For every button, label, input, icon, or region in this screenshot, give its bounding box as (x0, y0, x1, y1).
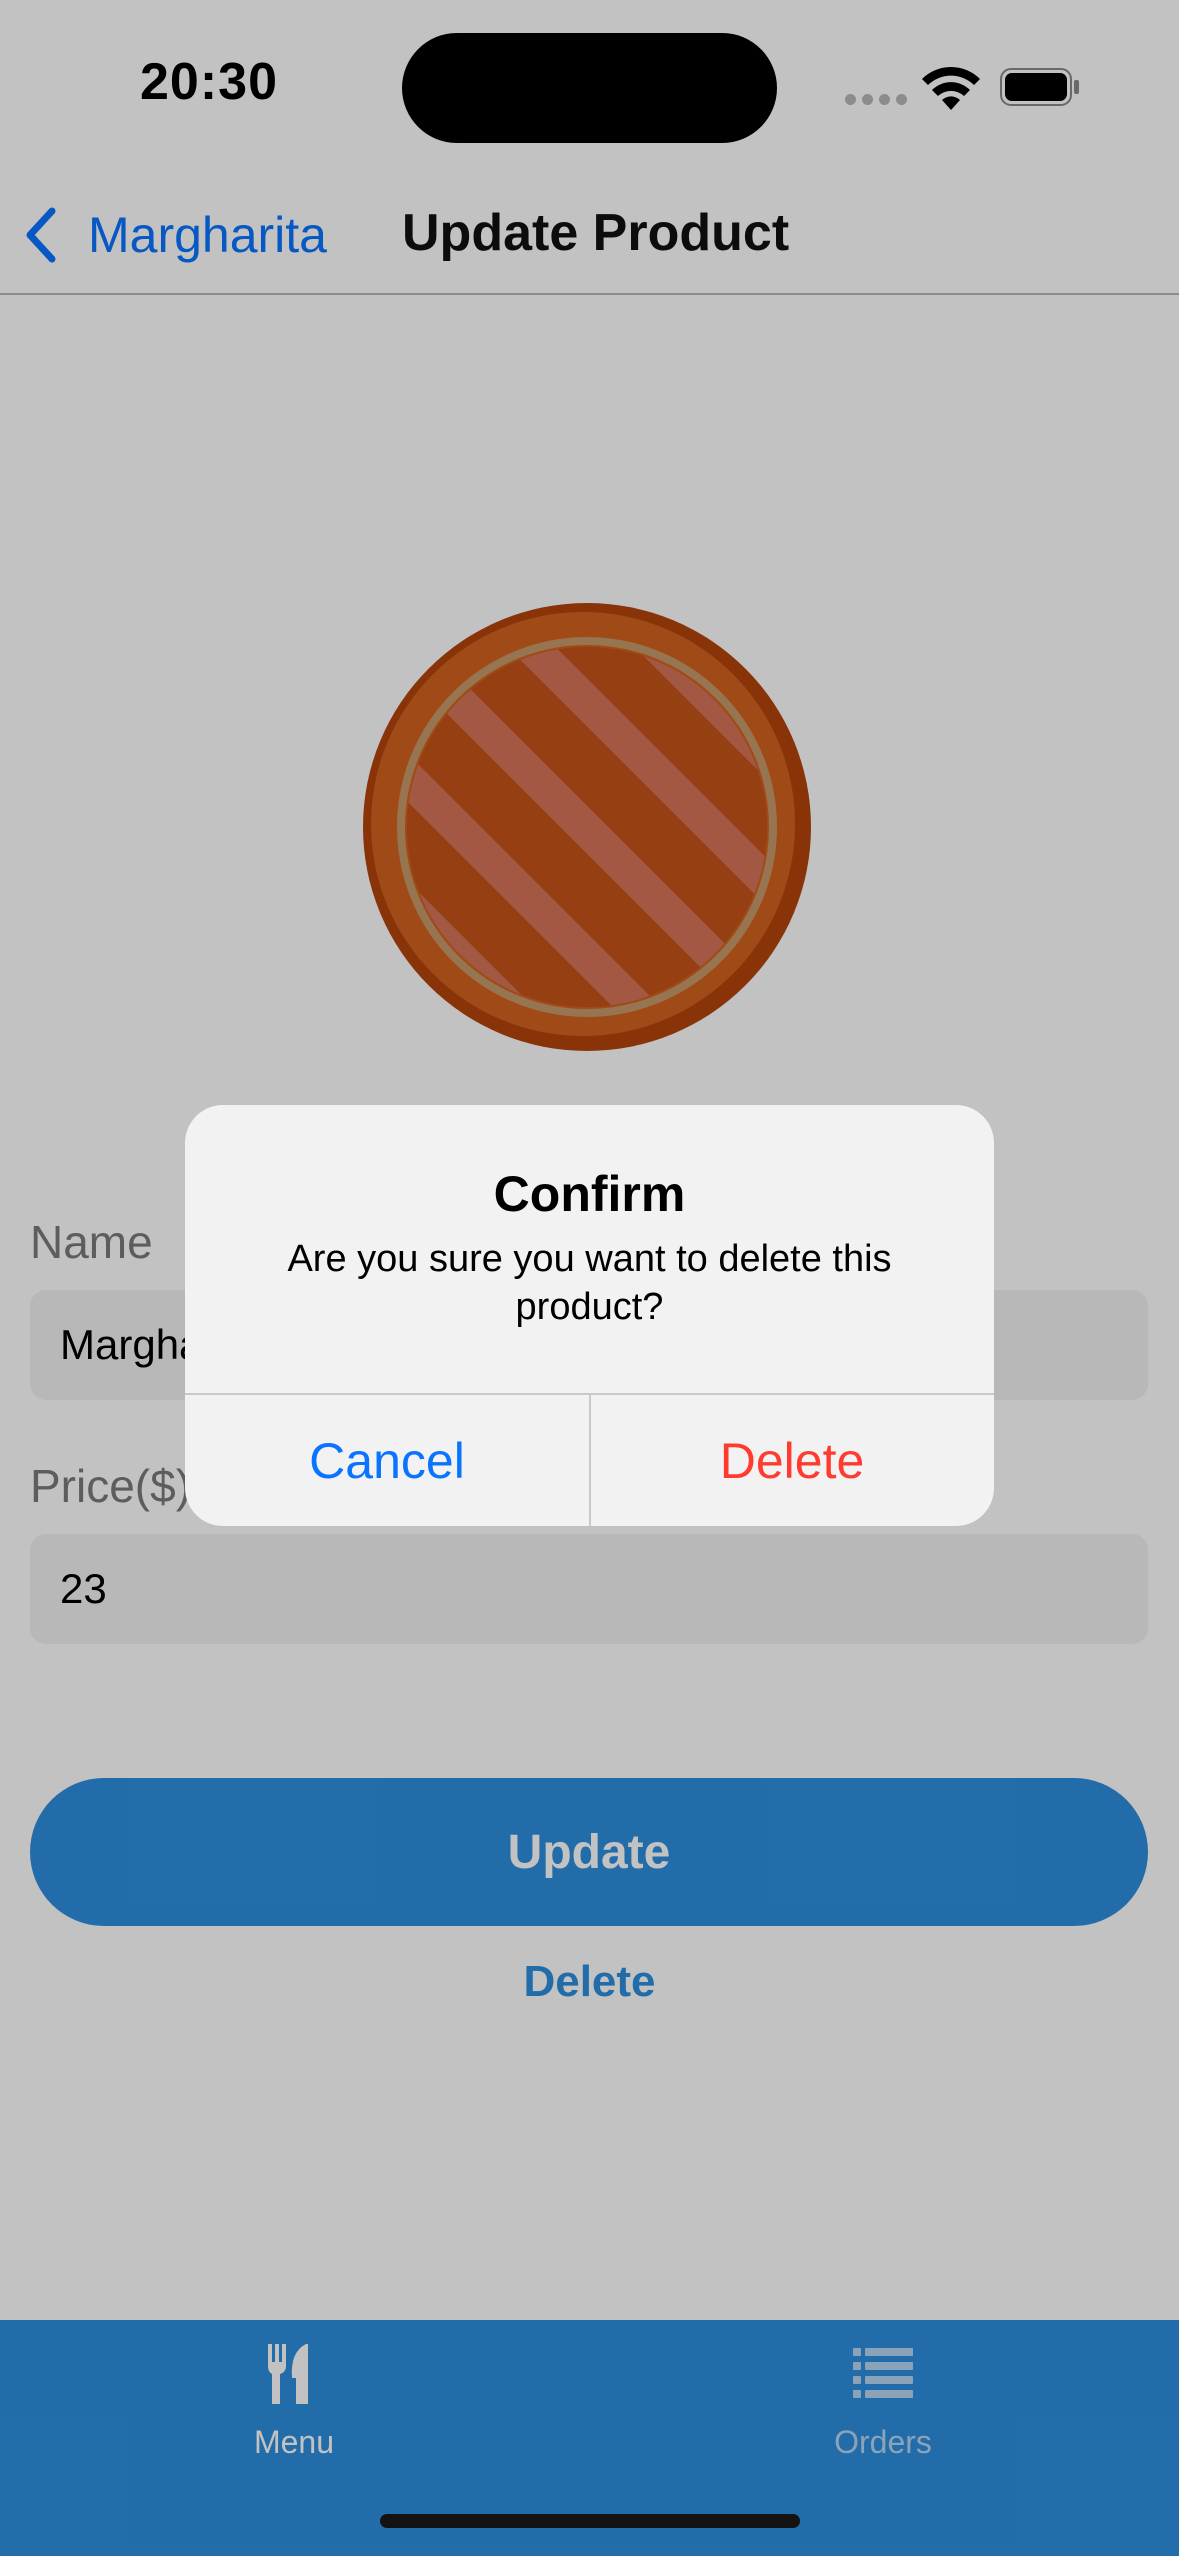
alert-delete-button[interactable]: Delete (590, 1395, 994, 1526)
alert-title: Confirm (493, 1166, 686, 1222)
alert-cancel-button[interactable]: Cancel (185, 1395, 589, 1526)
alert-message: Are you sure you want to delete this pro… (287, 1238, 892, 1328)
confirm-alert: Confirm Are you sure you want to delete … (185, 1105, 994, 1526)
